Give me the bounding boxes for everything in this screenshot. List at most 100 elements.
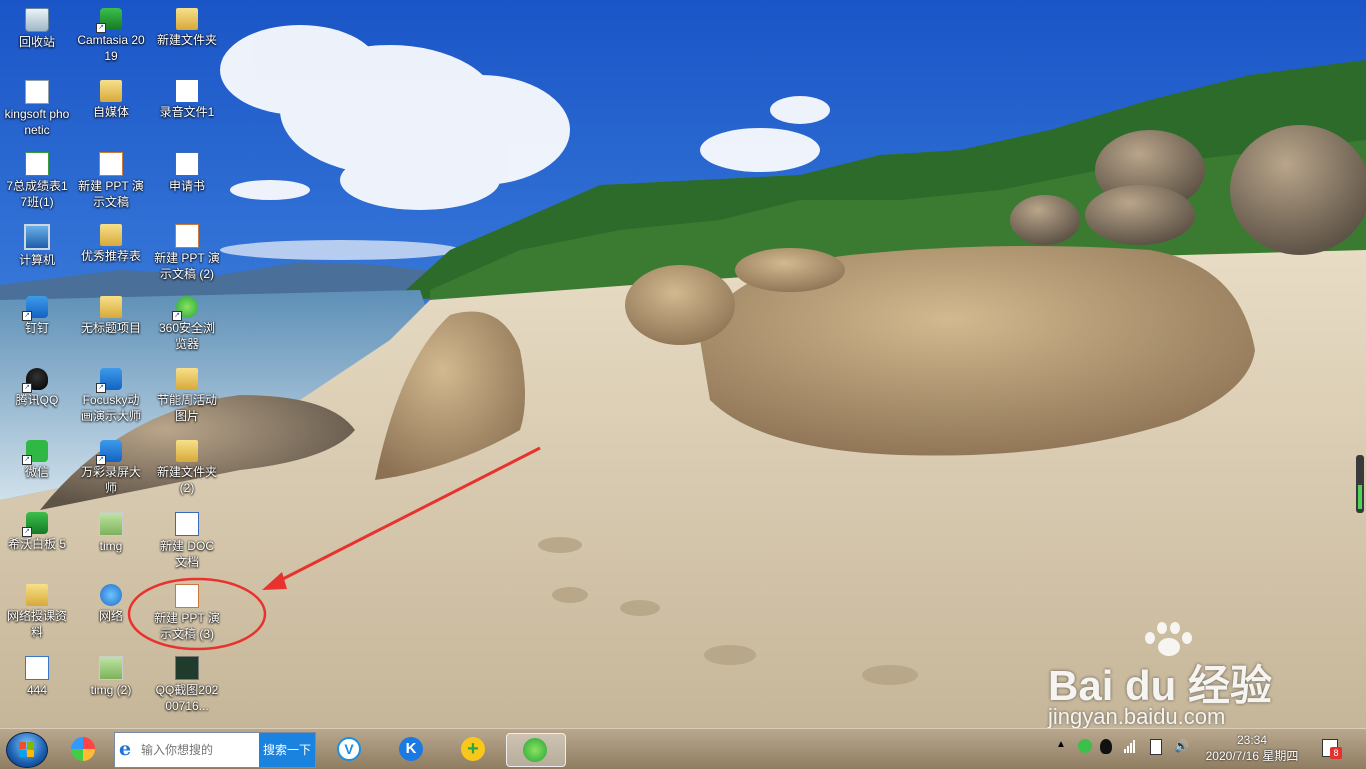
taskbar-app-k[interactable]: K (394, 733, 428, 765)
desktop-icon-new-folder-2[interactable]: 新建文件夹 (2) (151, 434, 223, 496)
search-input[interactable] (141, 733, 259, 767)
desktop-icon-new-folder[interactable]: 新建文件夹 (151, 2, 223, 48)
timg-icon (99, 512, 123, 536)
desktop-icon-label: 万彩录屏大师 (80, 465, 141, 495)
desktop-icon-online-lesson-materials[interactable]: 网络授课资料 (1, 578, 73, 640)
taskbar-app-360-desktop[interactable] (66, 733, 100, 765)
desktop-icon-label: 录音文件1 (159, 105, 215, 119)
desktop-icon-label: 腾讯QQ (15, 393, 59, 407)
desktop-icon-energy-week-pictures[interactable]: 节能周活动图片 (151, 362, 223, 424)
start-button[interactable] (6, 732, 48, 768)
shortcut-arrow-icon: ↗ (22, 527, 32, 537)
taskbar-app-v[interactable]: V (332, 733, 366, 765)
desktop-icon-untitled-project[interactable]: 无标题项目 (75, 290, 147, 336)
desktop-icon-label: 444 (26, 683, 48, 697)
shortcut-arrow-icon: ↗ (172, 311, 182, 321)
online-lesson-materials-icon (26, 584, 48, 606)
desktop-icon-network[interactable]: 网络 (75, 578, 147, 624)
desktop-icon-360-browser[interactable]: ↗ 360安全浏览器 (151, 290, 223, 352)
desktop-icon-label: 新建 PPT 演示文稿 (78, 179, 144, 209)
tencent-qq-icon: ↗ (22, 368, 48, 393)
excellent-recommendation-icon (100, 224, 122, 246)
shortcut-arrow-icon: ↗ (96, 23, 106, 33)
untitled-project-icon (100, 296, 122, 318)
side-gadget-handle[interactable] (1356, 455, 1364, 513)
desktop-icon-camtasia[interactable]: ↗ Camtasia 2019 (75, 2, 147, 64)
desktop-icon-wechat[interactable]: ↗ 微信 (1, 434, 73, 480)
desktop-icon-label: 网络授课资料 (6, 609, 67, 639)
taskbar: e 搜索一下 V K + ▲ 🔊 23:34 2020/7/16 星期四 (0, 728, 1366, 769)
desktop-icon-label: 微信 (24, 465, 49, 479)
desktop-icon-label: 自媒体 (92, 105, 129, 119)
tray-signal-icon[interactable] (1124, 739, 1135, 757)
application-letter-icon (175, 152, 199, 176)
show-hidden-icons-button[interactable]: ▲ (1056, 739, 1066, 757)
computer-icon (24, 224, 50, 250)
desktop-icon-label: kingsoft phonetic (4, 107, 70, 137)
system-clock[interactable]: 23:34 2020/7/16 星期四 (1204, 732, 1300, 764)
desktop-icon-new-ppt[interactable]: 新建 PPT 演示文稿 (75, 146, 147, 210)
file-444-icon (25, 656, 49, 680)
desktop-icon-grade-sheet[interactable]: 7总成绩表17班(1) (1, 146, 73, 210)
desktop-icon-new-doc[interactable]: 新建 DOC 文档 (151, 506, 223, 570)
desktop-icon-new-ppt-2[interactable]: 新建 PPT 演示文稿 (2) (151, 218, 223, 282)
paw-logo (1143, 620, 1193, 656)
ie-search-icon: e (119, 738, 132, 760)
desktop-icon-label: 希沃白板 5 (7, 537, 66, 551)
desktop-icon-recycle-bin[interactable]: 回收站 (1, 2, 73, 50)
self-media-icon (100, 80, 122, 102)
shortcut-arrow-icon: ↗ (96, 455, 106, 465)
360-desktop-icon (71, 737, 95, 761)
shortcut-arrow-icon: ↗ (22, 455, 32, 465)
timg-2-icon (99, 656, 123, 680)
clock-time: 23:34 (1236, 733, 1268, 747)
360-browser-icon: ↗ (172, 296, 198, 321)
new-doc-icon (175, 512, 199, 536)
tray-360-icon[interactable] (1078, 739, 1092, 757)
desktop-icon-application-letter[interactable]: 申请书 (151, 146, 223, 194)
seewo-whiteboard-icon: ↗ (22, 512, 48, 537)
desktop-icon-label: 无标题项目 (80, 321, 141, 335)
desktop-icon-label: Focusky动画演示大师 (80, 393, 141, 423)
desktop-icon-label: Camtasia 2019 (77, 33, 145, 63)
desktop-icon-focusky[interactable]: ↗ Focusky动画演示大师 (75, 362, 147, 424)
desktop-icon-label: 新建文件夹 (156, 33, 217, 47)
desktop-icon-recording-file-1[interactable]: 录音文件1 (151, 74, 223, 120)
new-folder-icon (176, 8, 198, 30)
tray-volume-icon[interactable]: 🔊 (1174, 739, 1189, 757)
taskbar-app-360-guard[interactable]: + (456, 733, 490, 765)
desktop-icon-seewo-whiteboard[interactable]: ↗ 希沃白板 5 (1, 506, 73, 552)
desktop-icon-tencent-qq[interactable]: ↗ 腾讯QQ (1, 362, 73, 408)
desktop-icon-file-444[interactable]: 444 (1, 650, 73, 698)
desktop-icon-qq-screenshot[interactable]: QQ截图20200716... (151, 650, 223, 714)
desktop-icon-timg-2[interactable]: timg (2) (75, 650, 147, 698)
shortcut-arrow-icon: ↗ (96, 383, 106, 393)
desktop-icon-wancai-recorder[interactable]: ↗ 万彩录屏大师 (75, 434, 147, 496)
desktop-icon-kingsoft-phonetic[interactable]: kingsoft phonetic (1, 74, 73, 138)
desktop-icon-timg[interactable]: timg (75, 506, 147, 554)
desktop-icon-dingding[interactable]: ↗ 钉钉 (1, 290, 73, 336)
v-app-icon: V (337, 737, 361, 761)
360-guard-icon: + (461, 737, 485, 761)
camtasia-icon: ↗ (96, 8, 122, 33)
shortcut-arrow-icon: ↗ (22, 383, 32, 393)
desktop-icon-label: 新建 PPT 演示文稿 (2) (154, 251, 220, 281)
360-browser-icon (523, 738, 547, 762)
search-button[interactable]: 搜索一下 (259, 733, 315, 767)
notification-badge: 8 (1330, 747, 1342, 759)
desktop-icon-label: 节能周活动图片 (156, 393, 217, 423)
grade-sheet-icon (25, 152, 49, 176)
clock-date: 2020/7/16 星期四 (1205, 749, 1299, 763)
desktop-icon-label: 优秀推荐表 (80, 249, 141, 263)
tray-qq-icon[interactable] (1100, 739, 1112, 757)
desktop-icon-label: 新建 PPT 演示文稿 (3) (154, 611, 220, 641)
new-ppt-icon (99, 152, 123, 176)
desktop-icon-new-ppt-3[interactable]: 新建 PPT 演示文稿 (3) (151, 578, 223, 642)
desktop-icon-label: 新建 DOC 文档 (159, 539, 214, 569)
tray-usb-icon[interactable] (1150, 739, 1162, 757)
taskbar-app-360-browser[interactable] (506, 733, 566, 767)
desktop-icon-computer[interactable]: 计算机 (1, 218, 73, 268)
desktop-icon-self-media[interactable]: 自媒体 (75, 74, 147, 120)
action-center-button[interactable]: 8 (1322, 739, 1342, 759)
desktop-icon-excellent-recommendation[interactable]: 优秀推荐表 (75, 218, 147, 264)
